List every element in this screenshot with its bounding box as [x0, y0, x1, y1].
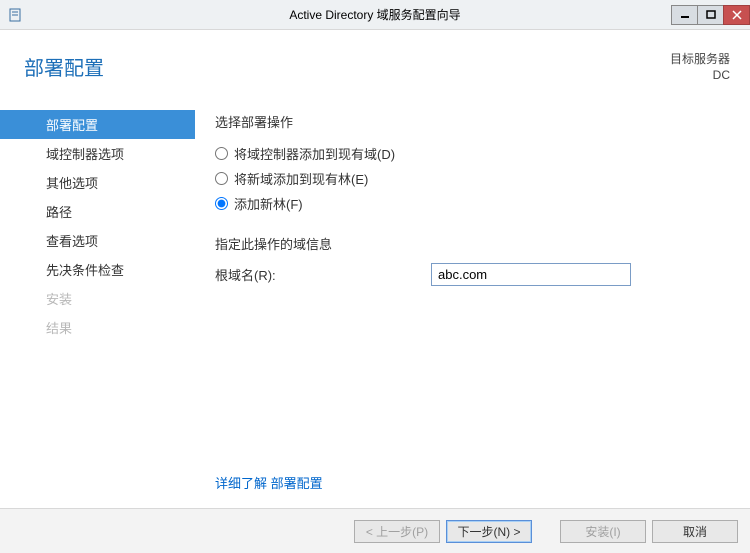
target-server-info: 目标服务器 DC [670, 52, 730, 83]
page-title: 部署配置 [24, 52, 104, 81]
close-button[interactable] [723, 5, 750, 25]
more-info-prefix: 详细了解 [215, 476, 267, 491]
root-domain-input[interactable] [431, 263, 631, 286]
radio-label: 将域控制器添加到现有域(D) [234, 144, 395, 163]
wizard-footer: < 上一步(P) 下一步(N) > 安装(I) 取消 [0, 508, 750, 553]
window-title: Active Directory 域服务配置向导 [0, 6, 750, 23]
nav-item-paths[interactable]: 路径 [0, 197, 195, 226]
radio-label: 将新域添加到现有林(E) [234, 169, 368, 188]
nav-item-prereq[interactable]: 先决条件检查 [0, 255, 195, 284]
nav-item-review[interactable]: 查看选项 [0, 226, 195, 255]
deployment-operation-group: 将域控制器添加到现有域(D) 将新域添加到现有林(E) 添加新林(F) [215, 141, 730, 216]
titlebar: Active Directory 域服务配置向导 [0, 0, 750, 30]
maximize-button[interactable] [697, 5, 724, 25]
radio-add-domain-existing-forest[interactable]: 将新域添加到现有林(E) [215, 166, 730, 191]
root-domain-row: 根域名(R): [215, 263, 730, 286]
root-domain-label: 根域名(R): [215, 265, 431, 284]
nav-item-dc-options[interactable]: 域控制器选项 [0, 139, 195, 168]
target-server-label: 目标服务器 [670, 52, 730, 68]
more-info-topic: 部署配置 [271, 476, 323, 491]
radio-input-existing-domain[interactable] [215, 147, 228, 160]
nav-item-results: 结果 [0, 313, 195, 342]
nav-item-deploy-config[interactable]: 部署配置 [0, 110, 195, 139]
header: 部署配置 目标服务器 DC [0, 30, 750, 83]
cancel-button[interactable]: 取消 [652, 520, 738, 543]
more-info-link[interactable]: 详细了解 部署配置 [215, 473, 323, 492]
nav-item-other-options[interactable]: 其他选项 [0, 168, 195, 197]
app-icon [0, 0, 30, 30]
radio-label: 添加新林(F) [234, 194, 303, 213]
content-panel: 选择部署操作 将域控制器添加到现有域(D) 将新域添加到现有林(E) 添加新林(… [195, 100, 750, 508]
window-controls [672, 5, 750, 25]
minimize-button[interactable] [671, 5, 698, 25]
wizard-nav: 部署配置 域控制器选项 其他选项 路径 查看选项 先决条件检查 安装 结果 [0, 100, 195, 508]
radio-add-new-forest[interactable]: 添加新林(F) [215, 191, 730, 216]
next-button[interactable]: 下一步(N) > [446, 520, 532, 543]
nav-item-install: 安装 [0, 284, 195, 313]
domain-info-label: 指定此操作的域信息 [215, 234, 730, 253]
install-button: 安装(I) [560, 520, 646, 543]
radio-add-dc-existing-domain[interactable]: 将域控制器添加到现有域(D) [215, 141, 730, 166]
target-server-value: DC [670, 68, 730, 84]
prev-button: < 上一步(P) [354, 520, 440, 543]
select-operation-label: 选择部署操作 [215, 112, 730, 131]
radio-input-new-forest[interactable] [215, 197, 228, 210]
radio-input-existing-forest[interactable] [215, 172, 228, 185]
